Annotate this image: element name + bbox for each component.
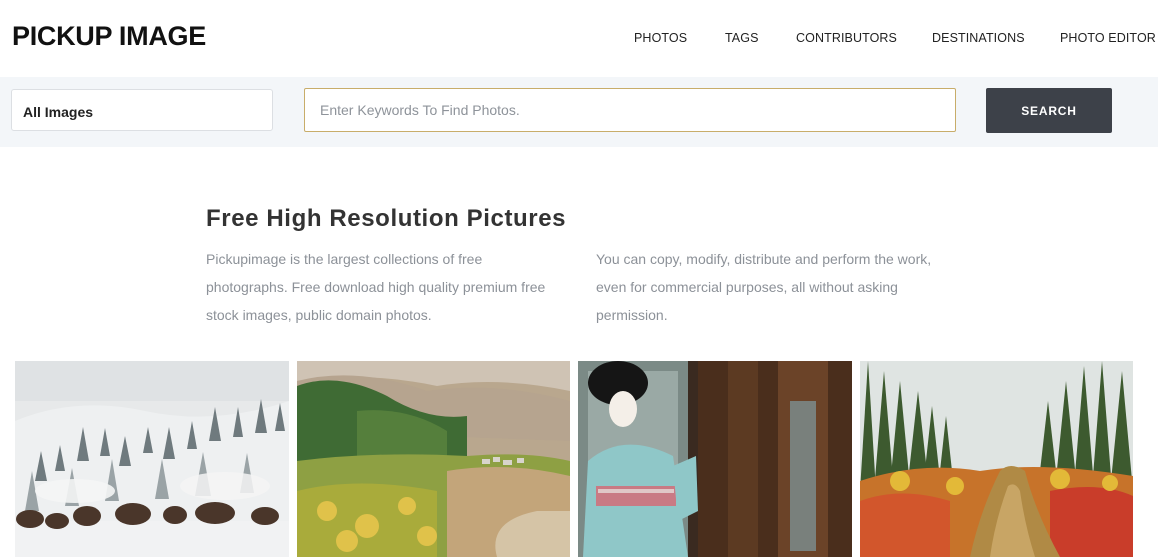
nav-photos[interactable]: PHOTOS	[634, 31, 687, 45]
photo-forest-creek[interactable]	[860, 361, 1133, 557]
nav-tags[interactable]: TAGS	[725, 31, 759, 45]
category-select[interactable]: All Images	[11, 89, 273, 131]
intro-left-line: photographs. Free download high quality …	[206, 279, 546, 295]
main-nav: PHOTOS TAGS CONTRIBUTORS DESTINATIONS PH…	[0, 31, 1158, 47]
category-select-value: All Images	[23, 104, 94, 120]
intro-left-line: Pickupimage is the largest collections o…	[206, 251, 483, 267]
site-header: PICKUP IMAGE PHOTOS TAGS CONTRIBUTORS DE…	[0, 0, 1158, 77]
intro-right-line: You can copy, modify, distribute and per…	[596, 251, 932, 267]
page-title: Free High Resolution Pictures	[206, 205, 567, 232]
search-bar: All Images SEARCH	[0, 77, 1158, 147]
search-input[interactable]	[304, 88, 956, 132]
search-button[interactable]: SEARCH	[986, 88, 1112, 133]
nav-destinations[interactable]: DESTINATIONS	[932, 31, 1025, 45]
intro-right-line: even for commercial purposes, all withou…	[596, 279, 898, 295]
intro-text-left: Pickupimage is the largest collections o…	[206, 245, 556, 329]
photo-bison-snow[interactable]	[15, 361, 289, 557]
photo-geisha[interactable]	[578, 361, 852, 557]
intro-left-line: stock images, public domain photos.	[206, 307, 432, 323]
intro-text-right: You can copy, modify, distribute and per…	[596, 245, 946, 329]
nav-contributors[interactable]: CONTRIBUTORS	[796, 31, 897, 45]
nav-photo-editor[interactable]: PHOTO EDITOR	[1060, 31, 1156, 45]
intro-right-line: permission.	[596, 307, 668, 323]
photo-autumn-valley[interactable]	[297, 361, 570, 557]
